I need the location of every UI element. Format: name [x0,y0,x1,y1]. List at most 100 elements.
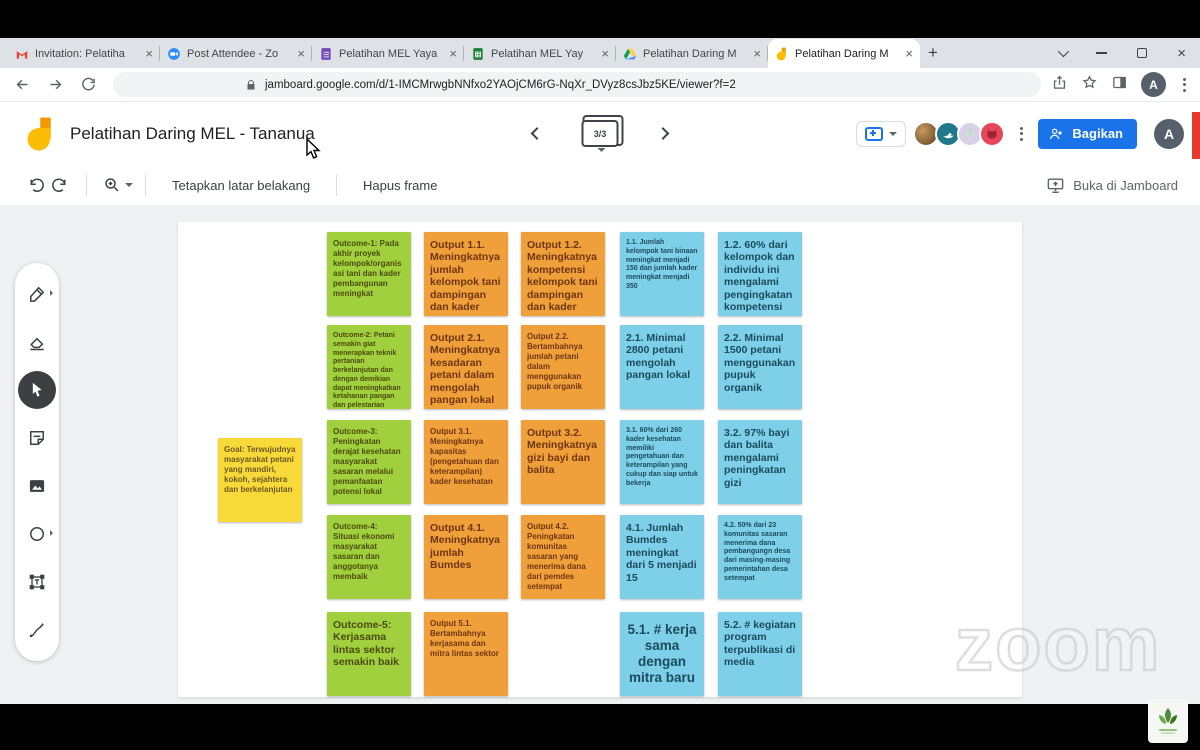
tab-close-icon[interactable]: × [905,47,913,60]
browser-tab-drive[interactable]: Pelatihan Daring M× [616,39,768,68]
board-canvas[interactable]: Goal: Terwujudnya masyarakat petani yang… [178,222,1022,697]
tab-title: Pelatihan Daring M [795,48,899,60]
account-avatar[interactable]: A [1154,119,1184,149]
sticky-note-goal[interactable]: Goal: Terwujudnya masyarakat petani yang… [218,438,302,522]
sticky-note-indicator-1-2[interactable]: 1.2. 60% dari kelompok dan individu ini … [718,232,802,316]
browser-menu-icon[interactable] [1179,78,1190,92]
participant-avatars [917,121,1005,147]
image-tool-icon[interactable] [18,467,56,505]
next-frame-icon[interactable] [657,127,670,140]
add-frame-button[interactable] [856,121,906,147]
refresh-icon[interactable] [76,73,100,97]
sticky-note-indicator-5-2[interactable]: 5.2. # kegiatan program terpublikasi di … [718,612,802,696]
browser-actions: A [1051,72,1190,97]
open-in-jamboard-label: Buka di Jamboard [1073,178,1178,193]
url-bar: jamboard.google.com/d/1-IMCMrwgbNNfxo2YA… [0,68,1200,102]
sheets-icon [471,47,485,61]
open-in-jamboard-button[interactable]: Buka di Jamboard [1046,176,1178,195]
tab-close-icon[interactable]: × [145,47,153,60]
new-tab-button[interactable]: + [920,40,946,66]
person-add-icon [1048,126,1064,142]
back-icon[interactable] [10,73,34,97]
previous-frame-icon[interactable] [531,127,544,140]
gmail-icon [15,47,29,61]
sticky-note-output-1-1[interactable]: Output 1.1. Meningkatnya jumlah kelompok… [424,232,508,316]
chevron-down-icon [889,132,897,140]
recording-red-stripe [1192,112,1200,159]
sticky-note-indicator-1-1[interactable]: 1.1. Jumlah kelompok tani binaan meningk… [620,232,704,316]
side-panel-icon[interactable] [1111,74,1128,96]
clear-frame-button[interactable]: Hapus frame [349,178,451,193]
sticky-note-outcome-2[interactable]: Outcome-2: Petani semakin giat menerapka… [327,325,411,409]
sticky-note-indicator-2-1[interactable]: 2.1. Minimal 2800 petani mengolah pangan… [620,325,704,409]
set-background-button[interactable]: Tetapkan latar belakang [158,178,324,193]
browser-tab-forms[interactable]: Pelatihan MEL Yaya × [312,39,464,68]
redo-icon[interactable] [48,172,74,198]
sticky-note-indicator-3-2[interactable]: 3.2. 97% bayi dan balita mengalami penin… [718,420,802,504]
share-button[interactable]: Bagikan [1038,119,1137,149]
sticky-note-outcome-5[interactable]: Outcome-5: Kerjasama lintas sektor semak… [327,612,411,696]
jamboard-icon [775,47,789,61]
lock-icon [245,79,257,91]
sticky-note-indicator-5-1[interactable]: 5.1. # kerja sama dengan mitra baru [620,612,704,696]
sticky-note-indicator-3-1[interactable]: 3.1. 60% dari 260 kader kesehatan memili… [620,420,704,504]
browser-tab-gmail[interactable]: Invitation: Pelatiha× [8,39,160,68]
mouse-cursor [306,138,323,160]
eraser-tool-icon[interactable] [18,323,56,361]
minimize-icon[interactable] [1096,52,1107,54]
sticky-note-outcome-1[interactable]: Outcome-1: Pada akhir proyek kelompok/or… [327,232,411,316]
tab-close-icon[interactable]: × [297,47,305,60]
forward-icon[interactable] [43,73,67,97]
bookmark-star-icon[interactable] [1081,74,1098,96]
tab-close-icon[interactable]: × [601,47,609,60]
sticky-note-tool-icon[interactable] [18,419,56,457]
undo-icon[interactable] [22,172,48,198]
laser-tool-icon[interactable] [18,611,56,649]
shape-tool-icon[interactable] [18,515,56,553]
select-tool-icon[interactable] [18,371,56,409]
sticky-note-output-2-2[interactable]: Output 2.2. Bertambahnya jumlah petani d… [521,325,605,409]
tab-close-icon[interactable]: × [449,47,457,60]
sticky-note-output-2-1[interactable]: Output 2.1. Meningkatnya kesadaran petan… [424,325,508,409]
frame-navigation: 3/3 [533,120,668,147]
sticky-note-output-3-2[interactable]: Output 3.2. Meningkatnya gizi bayi dan b… [521,420,605,504]
add-frame-icon [865,127,883,141]
frame-counter[interactable]: 3/3 [582,120,619,147]
sticky-note-output-4-1[interactable]: Output 4.1. Meningkatnya jumlah Bumdes [424,515,508,599]
tab-strip: Invitation: Pelatiha×Post Attendee - Zo×… [0,38,1200,68]
tab-close-icon[interactable]: × [753,47,761,60]
workspace: Goal: Terwujudnya masyarakat petani yang… [0,205,1200,704]
window-menu-icon[interactable] [1058,46,1069,57]
sticky-note-output-3-1[interactable]: Output 3.1. Meningkatnya kapasitas (peng… [424,420,508,504]
forms-icon [319,47,333,61]
sticky-note-outcome-4[interactable]: Outcome-4: Situasi ekonomi masyarakat sa… [327,515,411,599]
browser-tab-sheets[interactable]: Pelatihan MEL Yay × [464,39,616,68]
sticky-note-indicator-4-1[interactable]: 4.1. Jumlah Bumdes meningkat dari 5 menj… [620,515,704,599]
browser-profile-avatar[interactable]: A [1141,72,1166,97]
sticky-note-indicator-2-2[interactable]: 2.2. Minimal 1500 petani menggunakan pup… [718,325,802,409]
sticky-note-output-5-1[interactable]: Output 5.1. Bertambahnya kerjasama dan m… [424,612,508,696]
share-button-label: Bagikan [1072,126,1123,141]
marker-tool-icon[interactable] [18,275,56,313]
tab-title: Pelatihan MEL Yaya [339,48,443,60]
sticky-note-outcome-3[interactable]: Outcome-3: Peningkatan derajat kesehatan… [327,420,411,504]
address-input[interactable]: jamboard.google.com/d/1-IMCMrwgbNNfxo2YA… [113,72,1041,97]
sticky-note-output-4-2[interactable]: Output 4.2. Peningkatan komunitas sasara… [521,515,605,599]
tabs: Invitation: Pelatiha×Post Attendee - Zo×… [8,38,920,68]
share-page-icon[interactable] [1051,74,1068,96]
board-title[interactable]: Pelatihan Daring MEL - Tananua [70,124,315,144]
sticky-note-output-1-2[interactable]: Output 1.2. Meningkatnya kompetensi kelo… [521,232,605,316]
sticky-note-indicator-4-2[interactable]: 4.2. 50% dari 23 komunitas sasaran mener… [718,515,802,599]
participant-avatar-4[interactable] [979,121,1005,147]
browser-tab-jamboard[interactable]: Pelatihan Daring M × [768,39,920,68]
jamboard-toolbar: Tetapkan latar belakang Hapus frame Buka… [0,165,1200,205]
text-box-tool-icon[interactable] [18,563,56,601]
board-menu-icon[interactable] [1016,127,1027,141]
zoom-tool-icon[interactable] [99,172,125,198]
browser-tab-zoom[interactable]: Post Attendee - Zo× [160,39,312,68]
maximize-icon[interactable] [1137,48,1147,58]
browser-window: Invitation: Pelatiha×Post Attendee - Zo×… [0,38,1200,704]
zoom-caret-icon[interactable] [125,183,133,191]
tab-title: Pelatihan MEL Yay [491,48,595,60]
close-window-icon[interactable]: × [1177,46,1186,61]
